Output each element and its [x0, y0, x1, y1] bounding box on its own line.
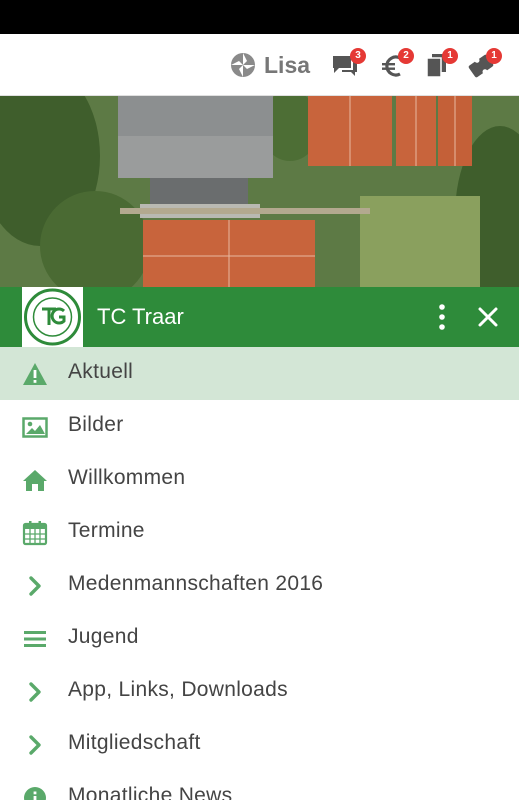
club-name: TC Traar [97, 304, 184, 329]
chevron-right-icon [29, 576, 41, 596]
chevron-right-icon [29, 682, 41, 702]
club-logo [22, 287, 83, 347]
top-app-bar: Lisa 3 2 1 1 [0, 34, 519, 96]
warning-icon [23, 363, 47, 385]
documents-button[interactable]: 1 [422, 48, 458, 82]
menu-item-aktuell[interactable]: Aktuell [0, 347, 519, 400]
club-logo-image [24, 288, 81, 346]
tickets-button[interactable]: 1 [466, 48, 502, 82]
user-profile[interactable]: Lisa [230, 51, 310, 79]
messages-badge: 3 [350, 48, 366, 64]
navigation-menu: Aktuell Bilder Willkommen Termine Medenm… [0, 347, 519, 800]
list-icon [24, 631, 46, 647]
aerial-tennis-courts-image [0, 96, 519, 287]
menu-item-label: App, Links, Downloads [68, 678, 288, 701]
home-icon [23, 470, 47, 491]
info-icon [24, 787, 46, 800]
menu-item-label: Willkommen [68, 466, 186, 489]
close-icon[interactable] [474, 303, 502, 331]
more-vert-icon[interactable] [430, 303, 454, 331]
payments-badge: 2 [398, 48, 414, 64]
user-logo-icon [231, 53, 255, 77]
menu-item-app-links-downloads[interactable]: App, Links, Downloads [0, 665, 519, 718]
menu-item-willkommen[interactable]: Willkommen [0, 453, 519, 506]
calendar-icon [22, 521, 48, 546]
image-icon [22, 417, 48, 438]
user-name: Lisa [264, 51, 311, 78]
menu-item-bilder[interactable]: Bilder [0, 400, 519, 453]
tickets-badge: 1 [486, 48, 502, 64]
drawer-header: TC Traar [0, 287, 519, 347]
menu-item-jugend[interactable]: Jugend [0, 612, 519, 665]
menu-item-label: Mitgliedschaft [68, 731, 201, 754]
menu-item-monatliche-news[interactable]: Monatliche News [0, 771, 519, 800]
menu-item-termine[interactable]: Termine [0, 506, 519, 559]
messages-button[interactable]: 3 [330, 48, 366, 82]
status-bar [0, 0, 519, 34]
documents-badge: 1 [442, 48, 458, 64]
chevron-right-icon [29, 735, 41, 755]
menu-item-label: Monatliche News [68, 784, 233, 800]
menu-item-label: Aktuell [68, 360, 134, 383]
menu-item-label: Termine [68, 519, 145, 542]
menu-item-label: Bilder [68, 413, 124, 436]
header-photo [0, 96, 519, 287]
menu-item-label: Medenmannschaften 2016 [68, 572, 324, 595]
menu-item-medenmannschaften[interactable]: Medenmannschaften 2016 [0, 559, 519, 612]
payments-button[interactable]: 2 [378, 48, 414, 82]
menu-item-mitgliedschaft[interactable]: Mitgliedschaft [0, 718, 519, 771]
menu-item-label: Jugend [68, 625, 139, 648]
